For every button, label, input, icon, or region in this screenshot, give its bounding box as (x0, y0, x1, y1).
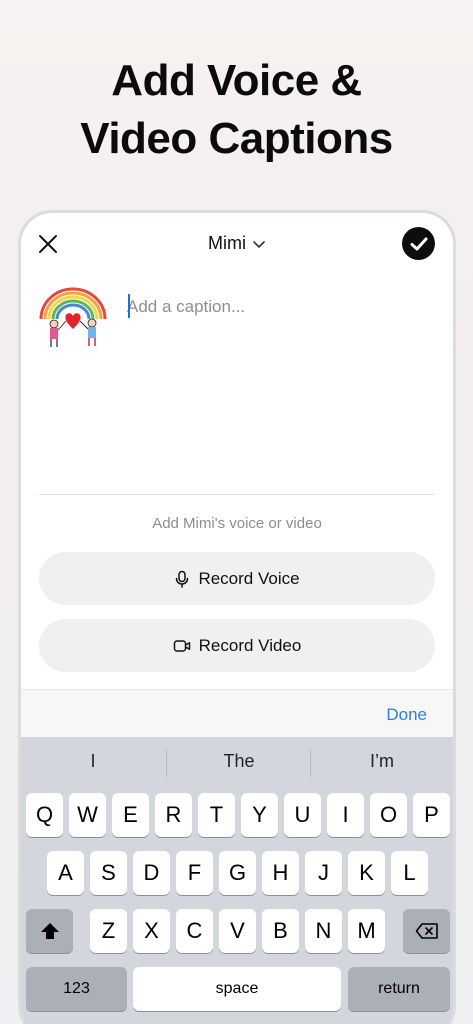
key-w[interactable]: W (69, 793, 106, 837)
recipient-selector[interactable]: Mimi (21, 233, 453, 255)
key-h[interactable]: H (262, 851, 299, 895)
drawing-thumbnail (39, 287, 107, 347)
key-c[interactable]: C (176, 909, 213, 953)
key-l[interactable]: L (391, 851, 428, 895)
confirm-button[interactable] (402, 227, 435, 260)
done-button[interactable]: Done (386, 705, 427, 725)
microphone-icon (176, 570, 189, 588)
chevron-down-icon (252, 234, 266, 255)
divider (39, 494, 435, 495)
key-e[interactable]: E (112, 793, 149, 837)
headline-line-2: Video Captions (80, 114, 393, 163)
phone-frame: Mimi Add Mimi's voice or video Record Vo… (18, 210, 456, 1024)
keyboard: I The I’m Q W E R T Y U I O P A S D F G … (21, 737, 453, 1024)
suggestion-divider (166, 749, 167, 777)
shift-icon (40, 923, 59, 939)
key-n[interactable]: N (305, 909, 342, 953)
key-j[interactable]: J (305, 851, 342, 895)
key-v[interactable]: V (219, 909, 256, 953)
return-key[interactable]: return (348, 967, 450, 1011)
recipient-name: Mimi (208, 233, 246, 253)
key-g[interactable]: G (219, 851, 256, 895)
key-b[interactable]: B (262, 909, 299, 953)
key-a[interactable]: A (47, 851, 84, 895)
shift-key[interactable] (26, 909, 73, 953)
key-u[interactable]: U (284, 793, 321, 837)
record-voice-button[interactable]: Record Voice (39, 552, 435, 605)
key-y[interactable]: Y (241, 793, 278, 837)
top-bar: Mimi (21, 213, 453, 277)
key-i[interactable]: I (327, 793, 364, 837)
key-t[interactable]: T (198, 793, 235, 837)
suggestion-1[interactable]: I (23, 751, 163, 772)
keyboard-accessory-bar: Done (21, 689, 453, 737)
caption-input[interactable] (127, 293, 427, 321)
numbers-key[interactable]: 123 (26, 967, 127, 1011)
key-x[interactable]: X (133, 909, 170, 953)
key-z[interactable]: Z (90, 909, 127, 953)
key-d[interactable]: D (133, 851, 170, 895)
key-s[interactable]: S (90, 851, 127, 895)
key-q[interactable]: Q (26, 793, 63, 837)
suggestion-2[interactable]: The (169, 751, 309, 772)
video-camera-icon (173, 639, 190, 652)
key-r[interactable]: R (155, 793, 192, 837)
key-m[interactable]: M (348, 909, 385, 953)
headline-line-1: Add Voice & (111, 56, 362, 105)
space-key[interactable]: space (133, 967, 341, 1011)
backspace-key[interactable] (403, 909, 450, 953)
record-video-button[interactable]: Record Video (39, 619, 435, 672)
checkmark-icon (410, 237, 427, 250)
record-voice-label: Record Voice (198, 568, 300, 588)
key-k[interactable]: K (348, 851, 385, 895)
record-video-label: Record Video (198, 635, 302, 655)
suggestion-bar: I The I’m (21, 737, 453, 789)
voice-video-hint: Add Mimi's voice or video (152, 515, 322, 532)
text-cursor (128, 294, 130, 318)
key-o[interactable]: O (370, 793, 407, 837)
backspace-icon (415, 923, 438, 939)
key-p[interactable]: P (413, 793, 450, 837)
suggestion-3[interactable]: I’m (312, 751, 452, 772)
headline: Add Voice & Video Captions (0, 52, 473, 168)
key-f[interactable]: F (176, 851, 213, 895)
suggestion-divider (310, 749, 311, 777)
